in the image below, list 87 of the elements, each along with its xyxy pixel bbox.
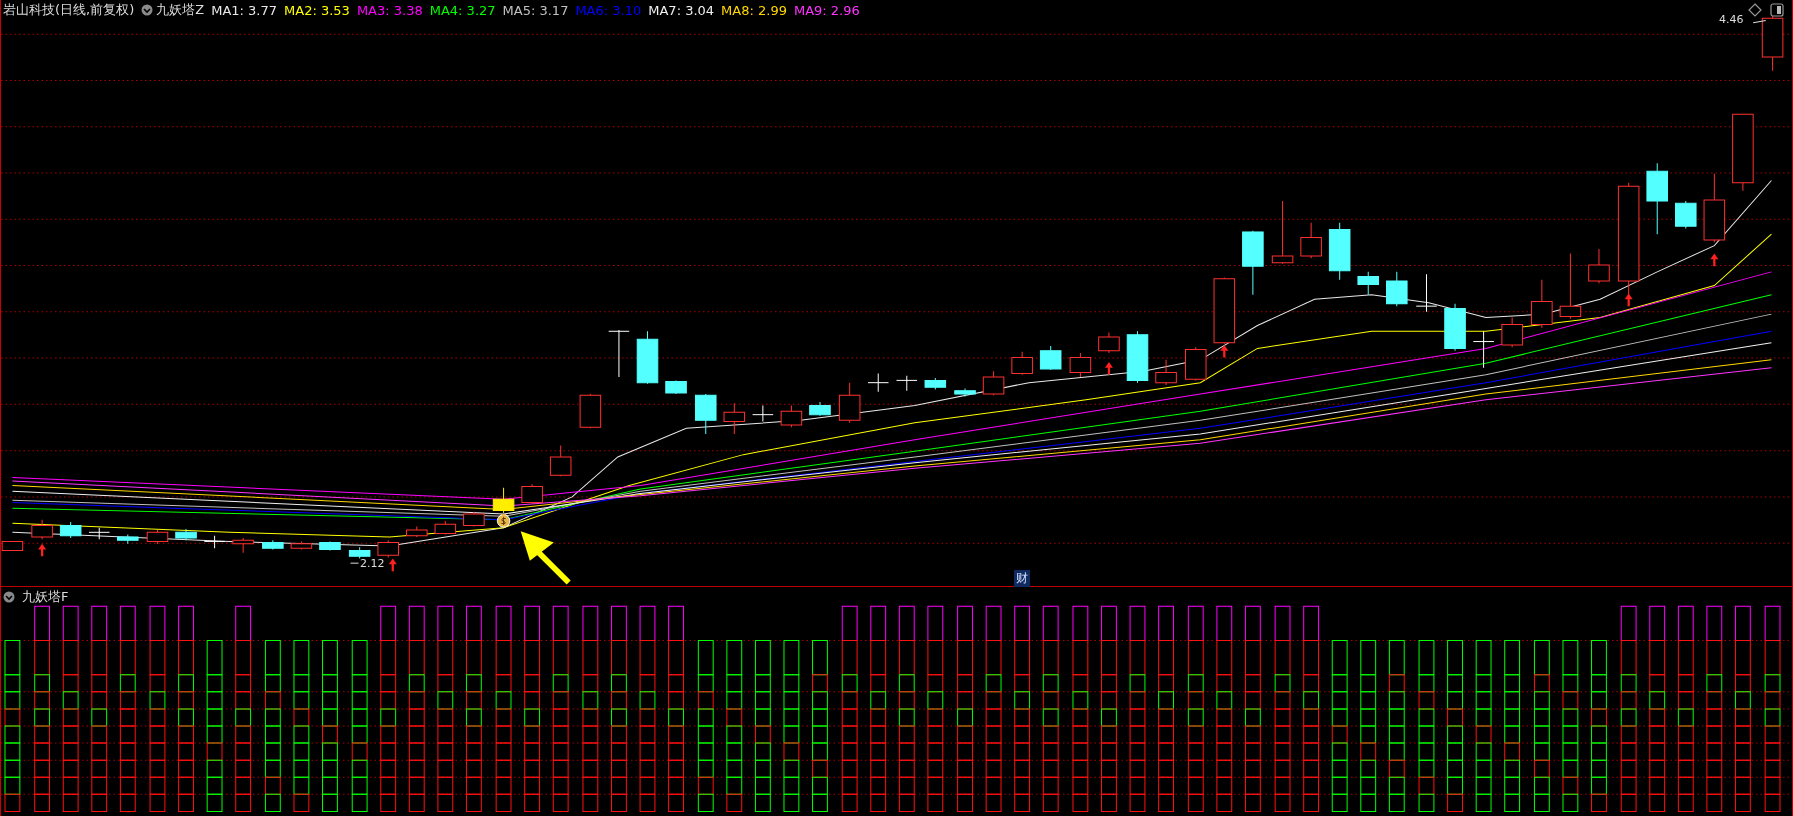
candlestick [1415, 273, 1438, 313]
moving-average-value: MA9: 2.96 [793, 2, 860, 18]
price-label: 4.46 [1719, 13, 1744, 26]
moving-average-value: MA8: 2.99 [721, 2, 787, 18]
collapse-icon[interactable] [3, 591, 15, 603]
candlestick [608, 329, 630, 378]
up-arrow-icon [1710, 253, 1719, 267]
moving-average-value: MA6: 3.10 [575, 2, 642, 18]
marker-badge: 财 [1014, 570, 1030, 587]
candlestick [262, 539, 284, 550]
candlestick [867, 373, 889, 393]
candlestick [59, 521, 82, 539]
candlestick [1588, 248, 1610, 284]
candlestick [896, 375, 918, 392]
candlestick [463, 511, 485, 528]
candlestick [1501, 317, 1523, 348]
candlestick [809, 401, 831, 417]
candlestick [1126, 330, 1149, 384]
candlestick [1011, 351, 1033, 376]
candlestick [1300, 222, 1322, 259]
candlestick [1357, 271, 1379, 296]
candlestick [665, 379, 687, 395]
moving-average-value: MA1: 3.77 [211, 2, 278, 18]
money-bag-icon [496, 514, 511, 528]
candlestick [1703, 173, 1726, 243]
arrow-annotation [520, 531, 571, 585]
up-arrow-icon [38, 543, 47, 557]
candlestick [1531, 279, 1553, 329]
candlestick [982, 370, 1005, 396]
candlestick [1675, 200, 1697, 229]
collapse-icon[interactable] [141, 4, 154, 16]
moving-average-value: MA7: 3.04 [648, 2, 715, 18]
panel-toggle-icon[interactable] [1770, 3, 1784, 17]
candlestick [1213, 277, 1236, 345]
leader-line [1752, 20, 1767, 24]
candlestick [1472, 330, 1495, 369]
candlestick [117, 534, 139, 545]
candlestick [175, 528, 197, 541]
up-arrow-icon [1104, 362, 1113, 375]
candlestick [1761, 15, 1784, 72]
candlestick [1271, 200, 1294, 265]
candlestick [88, 527, 110, 540]
candlestick [780, 405, 803, 428]
candlestick [1185, 346, 1207, 381]
candlestick [838, 382, 861, 424]
candlestick [1328, 222, 1351, 281]
candlestick [1155, 359, 1177, 386]
candlestick [232, 537, 254, 554]
diamond-icon[interactable] [1748, 3, 1762, 17]
moving-average-value: MA5: 3.17 [502, 2, 569, 18]
candlestick [1039, 345, 1062, 371]
candlestick [1559, 253, 1582, 320]
up-arrow-icon [1624, 293, 1633, 307]
moving-average-value: MA3: 3.38 [356, 2, 423, 18]
candlestick [752, 405, 774, 422]
up-arrow-icon [1220, 344, 1229, 358]
candlestick [549, 445, 572, 477]
price-label: 2.12 [360, 557, 385, 570]
candlestick [954, 387, 976, 397]
candlestick [434, 520, 457, 536]
candlestick [579, 393, 602, 429]
candlestick [406, 526, 428, 538]
moving-average-value: MA2: 3.53 [284, 2, 350, 18]
candlestick [1069, 352, 1092, 378]
candlestick [1242, 230, 1264, 296]
candlestick [203, 535, 226, 549]
candlestick [924, 377, 947, 390]
up-arrow-icon [388, 558, 397, 572]
leader-line [350, 562, 359, 564]
candlestick [31, 519, 53, 540]
stock-title: 岩山科技(日线,前复权) [3, 1, 135, 19]
indicator-name: 九妖塔Z [156, 1, 205, 19]
candlestick [723, 402, 746, 435]
candlestick [146, 529, 169, 545]
candlestick [1098, 331, 1120, 354]
candlestick [694, 393, 717, 435]
candlestick [290, 540, 313, 550]
candlestick [319, 540, 341, 552]
candlestick [636, 330, 659, 385]
candlestick [348, 546, 371, 560]
candlestick [521, 483, 543, 505]
indicator-name: 九妖塔F [22, 588, 69, 606]
moving-average-value: MA4: 3.27 [429, 2, 496, 18]
candlestick [1444, 303, 1466, 352]
candlestick [377, 539, 399, 558]
candlestick [492, 487, 515, 514]
candlestick [1386, 271, 1408, 307]
